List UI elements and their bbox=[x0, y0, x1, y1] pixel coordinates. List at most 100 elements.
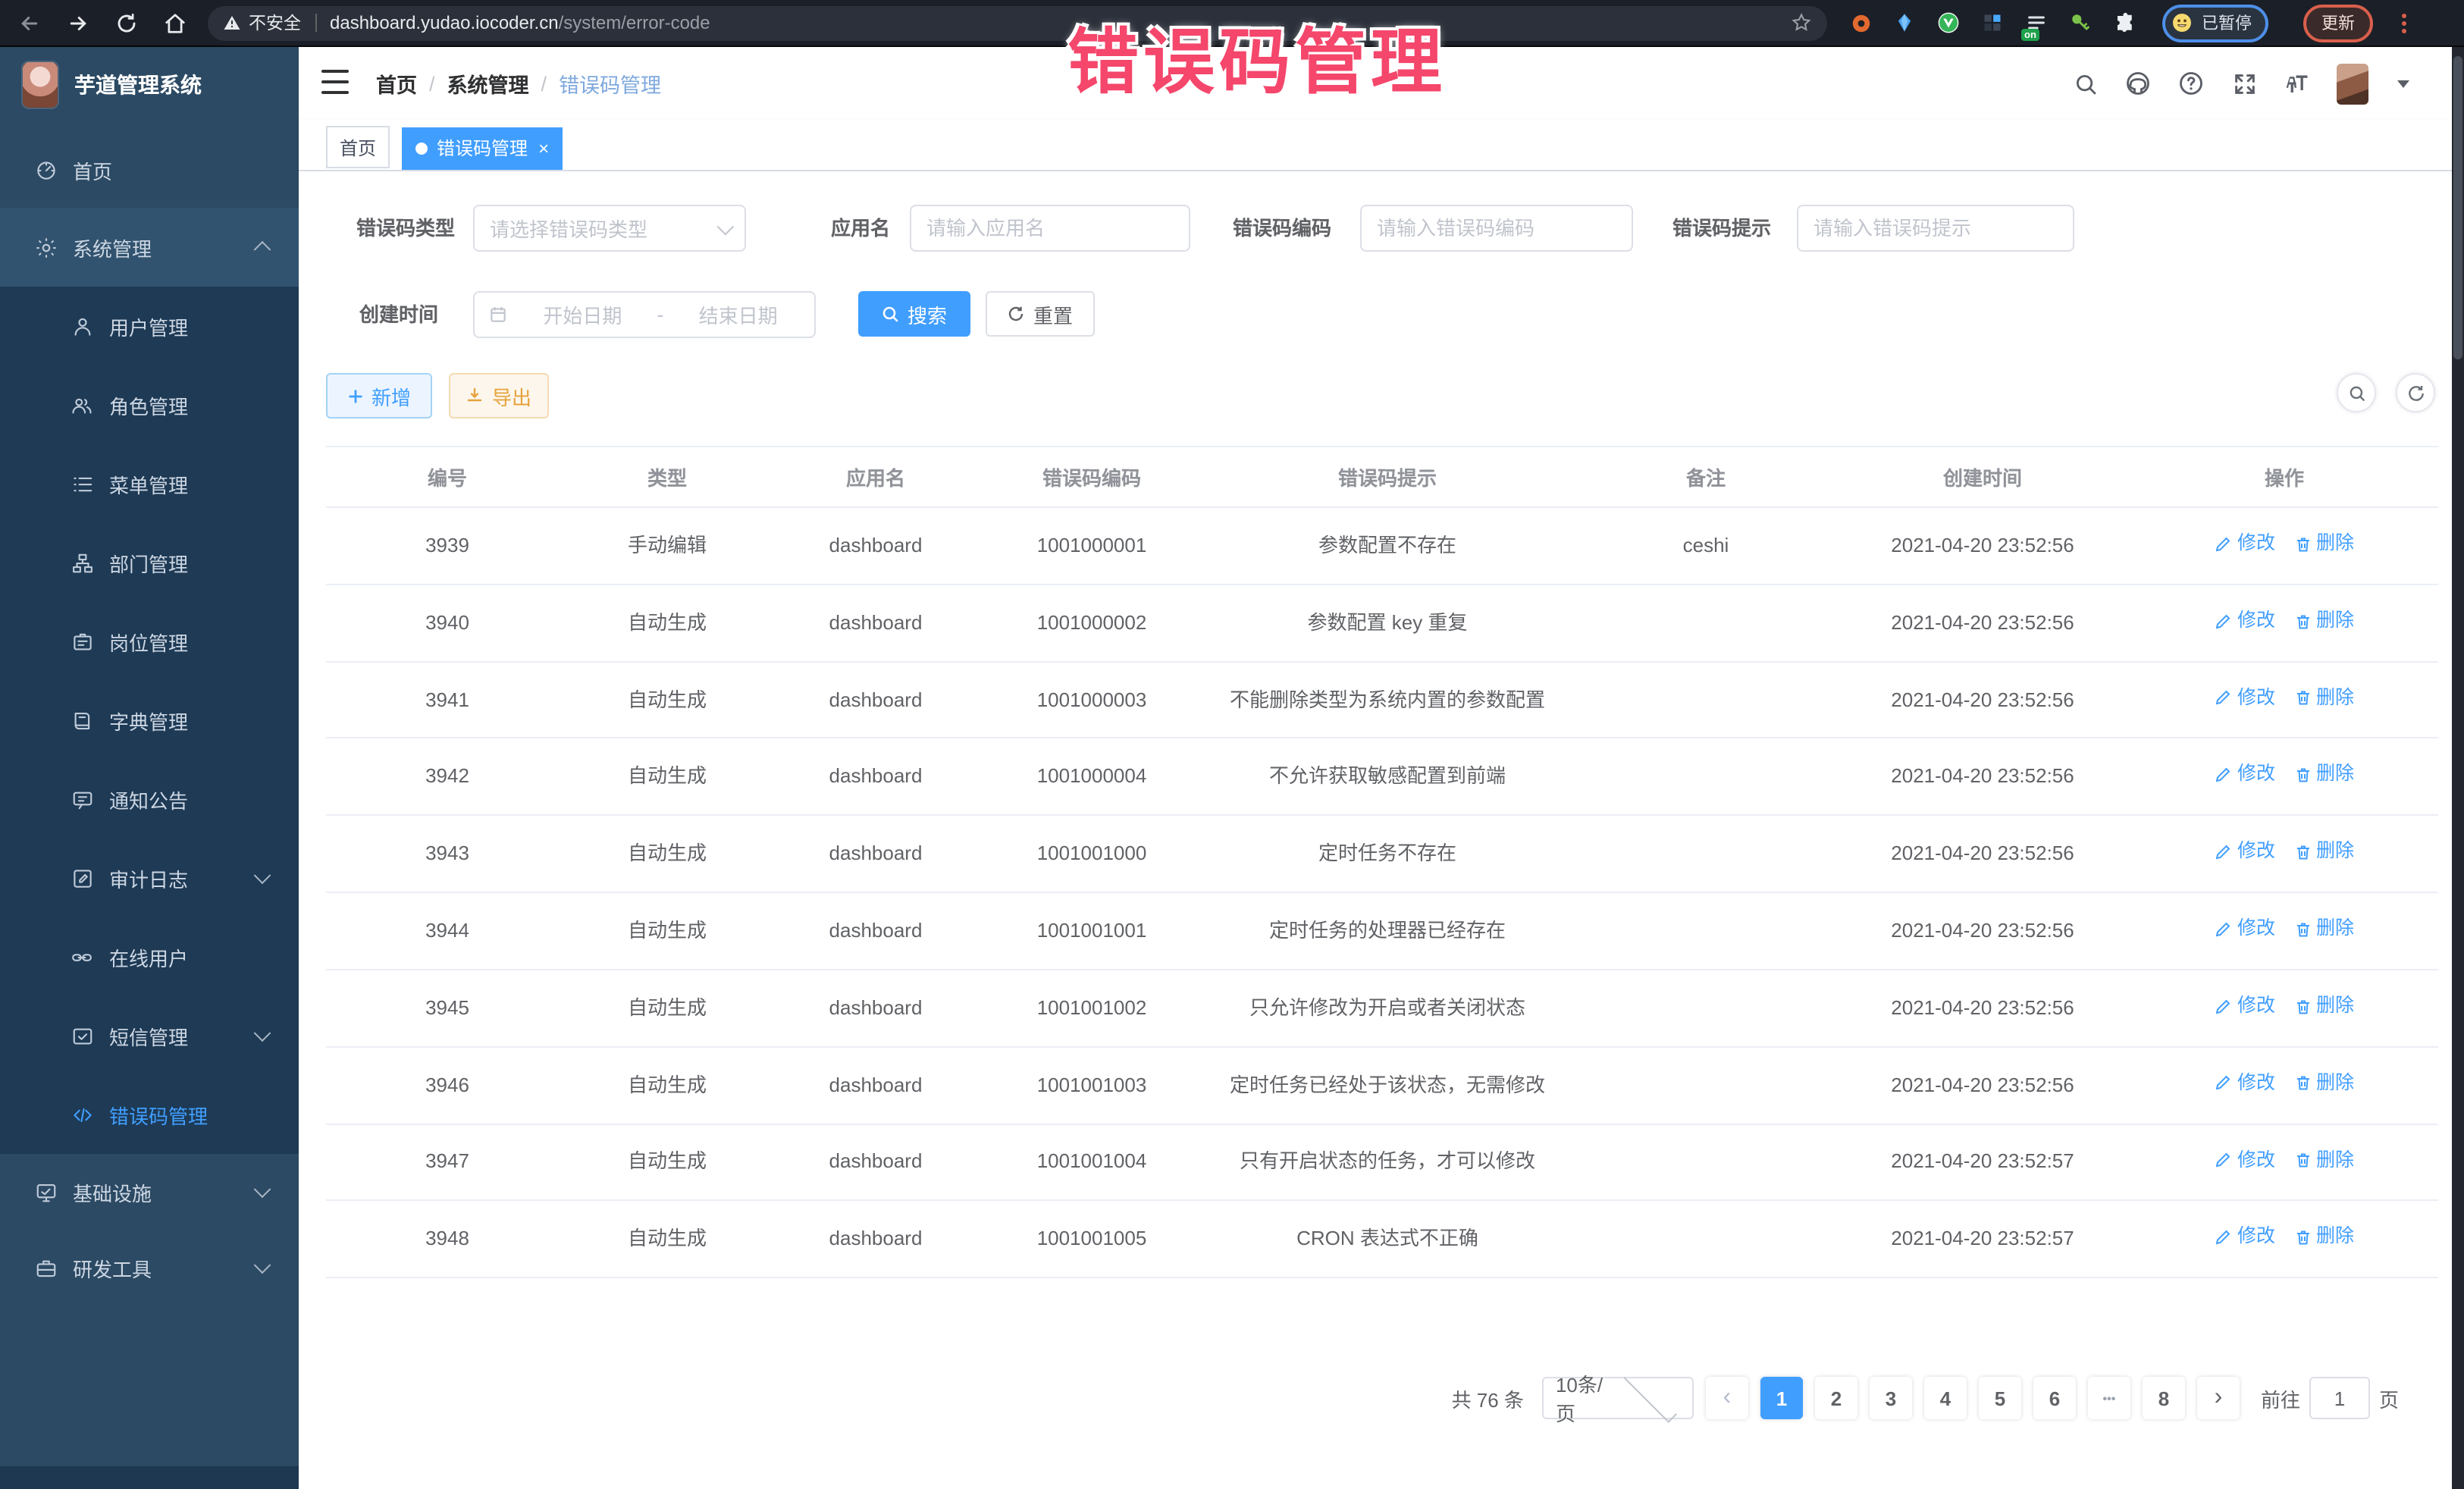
delete-link[interactable]: 删除 bbox=[2293, 1146, 2354, 1175]
filter-msg-input[interactable] bbox=[1797, 205, 2074, 252]
page-size-select[interactable]: 10条/页 bbox=[1542, 1377, 1694, 1419]
logo-row[interactable]: 芋道管理系统 bbox=[0, 47, 299, 123]
bookmark-star-icon[interactable] bbox=[1789, 11, 1812, 34]
extension-switchy-icon[interactable]: on bbox=[2024, 11, 2049, 35]
tab-首页[interactable]: 首页 bbox=[326, 126, 390, 168]
edit-link[interactable]: 修改 bbox=[2215, 914, 2275, 944]
filter-app-input[interactable] bbox=[910, 205, 1190, 252]
sidebar-item-home[interactable]: 首页 bbox=[0, 132, 299, 208]
extension-gem-icon[interactable] bbox=[1892, 11, 1917, 35]
add-button[interactable]: 新增 bbox=[326, 373, 432, 418]
show-search-toggle-button[interactable] bbox=[2337, 373, 2376, 412]
page-button-5[interactable]: 5 bbox=[1979, 1377, 2021, 1419]
page-button-1[interactable]: 1 bbox=[1760, 1377, 1803, 1419]
announcement-icon bbox=[70, 787, 94, 811]
github-icon[interactable] bbox=[2124, 70, 2152, 97]
edit-link[interactable]: 修改 bbox=[2215, 992, 2275, 1021]
table-row: 3943自动生成dashboard1001001000定时任务不存在2021-0… bbox=[326, 816, 2438, 893]
sidebar-item-sms-management[interactable]: 短信管理 bbox=[0, 996, 299, 1075]
sidebar-item-menu-management[interactable]: 菜单管理 bbox=[0, 444, 299, 523]
edit-link[interactable]: 修改 bbox=[2215, 760, 2275, 790]
breadcrumb-item[interactable]: 首页 bbox=[376, 68, 417, 99]
browser-reload-icon[interactable] bbox=[115, 11, 138, 34]
reset-button[interactable]: 重置 bbox=[986, 291, 1095, 337]
extension-orange-icon[interactable] bbox=[1848, 11, 1873, 35]
sidebar-item-dict-management[interactable]: 字典管理 bbox=[0, 681, 299, 760]
edit-link[interactable]: 修改 bbox=[2215, 1146, 2275, 1175]
sidebar-item-post-management[interactable]: 岗位管理 bbox=[0, 602, 299, 681]
extensions-puzzle-icon[interactable] bbox=[2112, 11, 2136, 35]
delete-link[interactable]: 删除 bbox=[2293, 683, 2354, 713]
breadcrumb-item[interactable]: 系统管理 bbox=[447, 68, 529, 99]
sidebar-item-audit-log[interactable]: 审计日志 bbox=[0, 839, 299, 917]
filter-type-select[interactable]: 请选择错误码类型 bbox=[473, 205, 746, 252]
row-app: dashboard bbox=[766, 661, 986, 738]
browser-update-button[interactable]: 更新 bbox=[2303, 4, 2373, 42]
browser-back-icon[interactable] bbox=[18, 11, 41, 34]
prev-page-button[interactable]: ‹ bbox=[1706, 1377, 1748, 1419]
row-id: 3942 bbox=[326, 738, 569, 816]
page-button-2[interactable]: 2 bbox=[1815, 1377, 1857, 1419]
row-id: 3941 bbox=[326, 661, 569, 738]
sidebar-item-user-management[interactable]: 用户管理 bbox=[0, 287, 299, 365]
sidebar-item-dev-tools[interactable]: 研发工具 bbox=[0, 1230, 299, 1306]
browser-forward-icon[interactable] bbox=[67, 11, 89, 34]
scrollbar-thumb[interactable] bbox=[2453, 56, 2462, 359]
breadcrumb-separator: / bbox=[541, 72, 547, 95]
fullscreen-icon[interactable] bbox=[2230, 70, 2258, 97]
table-row: 3945自动生成dashboard1001001002只允许修改为开启或者关闭状… bbox=[326, 970, 2438, 1047]
edit-link[interactable]: 修改 bbox=[2215, 838, 2275, 867]
edit-link[interactable]: 修改 bbox=[2215, 683, 2275, 713]
search-button[interactable]: 搜索 bbox=[858, 291, 970, 337]
export-button[interactable]: 导出 bbox=[449, 373, 549, 418]
chevron-down-icon bbox=[717, 218, 735, 235]
page-button-8[interactable]: 8 bbox=[2143, 1377, 2185, 1419]
address-bar[interactable]: 不安全 dashboard.yudao.iocoder.cn/system/er… bbox=[208, 5, 1827, 40]
delete-link[interactable]: 删除 bbox=[2293, 1069, 2354, 1099]
delete-link[interactable]: 删除 bbox=[2293, 914, 2354, 944]
delete-link[interactable]: 删除 bbox=[2293, 992, 2354, 1021]
goto-page-input[interactable] bbox=[2309, 1377, 2370, 1419]
extension-grid-icon[interactable] bbox=[1980, 11, 2005, 35]
delete-link[interactable]: 删除 bbox=[2293, 1223, 2354, 1252]
edit-link[interactable]: 修改 bbox=[2215, 607, 2275, 636]
edit-link[interactable]: 修改 bbox=[2215, 1069, 2275, 1099]
sidebar-item-role-management[interactable]: 角色管理 bbox=[0, 365, 299, 444]
delete-link[interactable]: 删除 bbox=[2293, 529, 2354, 559]
extension-key-icon[interactable] bbox=[2068, 11, 2093, 35]
date-range-picker[interactable]: 开始日期 - 结束日期 bbox=[473, 291, 816, 338]
user-avatar[interactable] bbox=[2337, 63, 2368, 104]
row-code: 1001001004 bbox=[986, 1124, 1198, 1201]
delete-link[interactable]: 删除 bbox=[2293, 760, 2354, 790]
filter-code-input[interactable] bbox=[1360, 205, 1633, 252]
sidebar-item-infrastructure[interactable]: 基础设施 bbox=[0, 1154, 299, 1230]
hamburger-icon[interactable] bbox=[321, 70, 349, 94]
close-icon[interactable]: × bbox=[538, 139, 549, 157]
chevron-down-icon[interactable] bbox=[2397, 80, 2409, 87]
delete-link[interactable]: 删除 bbox=[2293, 607, 2354, 636]
browser-home-icon[interactable] bbox=[164, 11, 187, 34]
edit-link[interactable]: 修改 bbox=[2215, 1223, 2275, 1252]
browser-menu-icon[interactable] bbox=[2402, 13, 2406, 33]
page-button-3[interactable]: 3 bbox=[1870, 1377, 1912, 1419]
font-size-icon[interactable] bbox=[2284, 70, 2311, 97]
edit-link[interactable]: 修改 bbox=[2215, 529, 2275, 559]
tab-错误码管理[interactable]: 错误码管理× bbox=[402, 127, 563, 169]
browser-profile-chip[interactable]: 已暂停 bbox=[2162, 4, 2268, 42]
sidebar-item-notice-announcement[interactable]: 通知公告 bbox=[0, 760, 299, 839]
next-page-button[interactable]: › bbox=[2197, 1377, 2240, 1419]
sidebar-item-dept-management[interactable]: 部门管理 bbox=[0, 523, 299, 602]
sidebar-item-error-code-management[interactable]: 错误码管理 bbox=[0, 1075, 299, 1154]
sidebar-item-system-management[interactable]: 系统管理 bbox=[0, 208, 299, 287]
extension-vue-icon[interactable] bbox=[1936, 11, 1961, 35]
help-icon[interactable] bbox=[2177, 70, 2205, 97]
page-ellipsis[interactable]: ••• bbox=[2088, 1377, 2130, 1419]
search-icon[interactable] bbox=[2071, 70, 2099, 97]
refresh-table-button[interactable] bbox=[2396, 373, 2435, 412]
page-button-6[interactable]: 6 bbox=[2033, 1377, 2076, 1419]
delete-link[interactable]: 删除 bbox=[2293, 838, 2354, 867]
sidebar-item-online-users[interactable]: 在线用户 bbox=[0, 917, 299, 996]
browser-scrollbar[interactable] bbox=[2452, 47, 2464, 1489]
page-button-4[interactable]: 4 bbox=[1924, 1377, 1967, 1419]
tab-label: 首页 bbox=[340, 134, 376, 160]
